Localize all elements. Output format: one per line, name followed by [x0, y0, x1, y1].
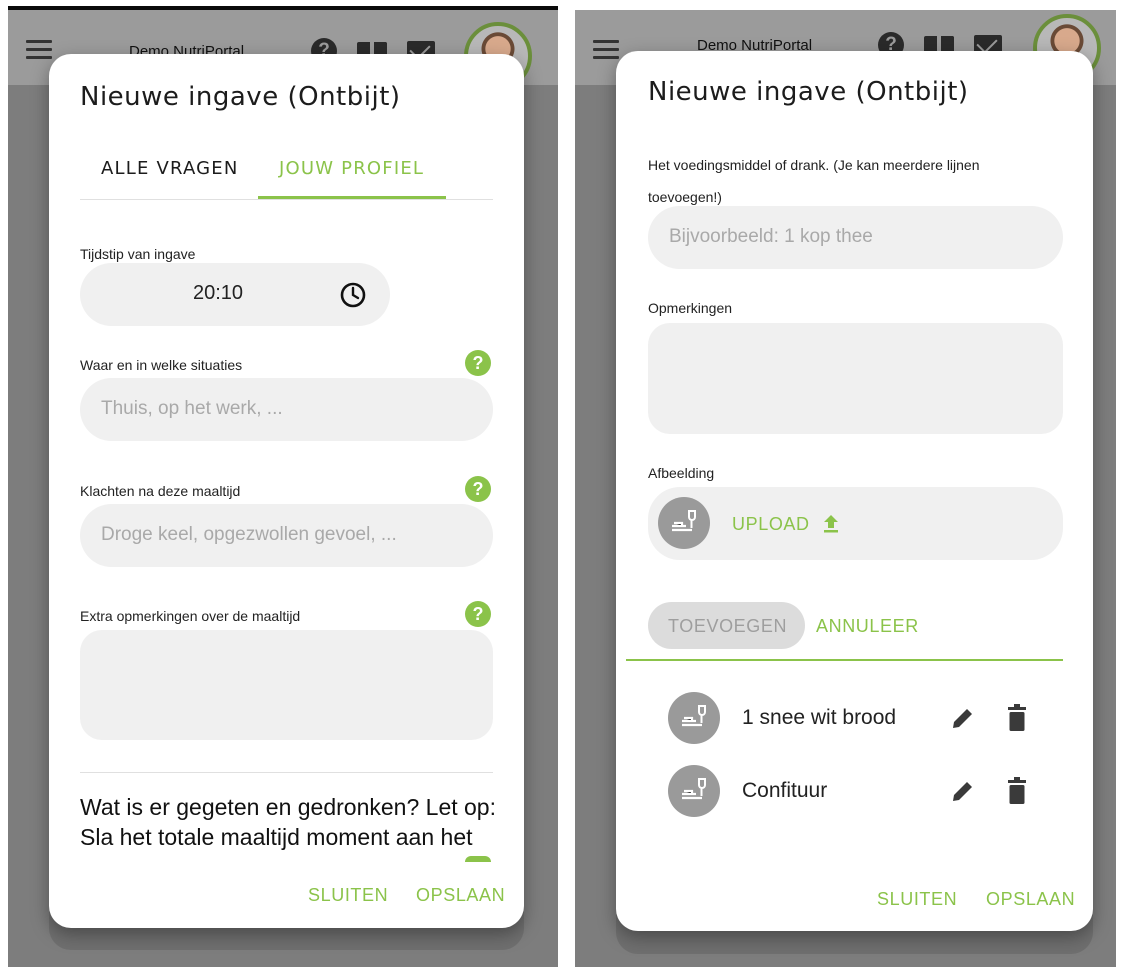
- food-item-icon: [668, 692, 720, 744]
- active-tab-indicator: [258, 196, 446, 199]
- remarks-textarea[interactable]: [648, 323, 1063, 434]
- save-button[interactable]: OPSLAAN: [416, 885, 505, 906]
- extra-label: Extra opmerkingen over de maaltijd: [80, 608, 301, 624]
- complaints-placeholder: Droge keel, opgezwollen gevoel, ...: [101, 524, 397, 545]
- situation-help-icon[interactable]: ?: [465, 350, 491, 376]
- time-value: 20:10: [193, 282, 244, 304]
- add-button-label: TOEVOEGEN: [668, 616, 788, 636]
- item-label: 1 snee wit brood: [742, 706, 897, 729]
- dialog-title: Nieuwe ingave (Ontbijt): [80, 82, 401, 112]
- question-text: Wat is er gegeten en gedronken? Let op: …: [80, 794, 496, 850]
- menu-icon[interactable]: [26, 40, 52, 64]
- close-button[interactable]: SLUITEN: [308, 885, 388, 906]
- green-divider: [626, 659, 1063, 661]
- upload-button[interactable]: UPLOAD: [732, 514, 810, 535]
- dialog-title: Nieuwe ingave (Ontbijt): [648, 77, 969, 107]
- edit-icon[interactable]: [950, 778, 976, 804]
- complaints-help-icon[interactable]: ?: [465, 476, 491, 502]
- extra-textarea[interactable]: [80, 630, 493, 740]
- time-label: Tijdstip van ingave: [80, 246, 196, 262]
- situation-placeholder: Thuis, op het werk, ...: [101, 398, 283, 419]
- tab-your-profile[interactable]: JOUW PROFIEL: [279, 158, 424, 179]
- right-screen: Demo NutriPortal ? Nieuwe ingave (Ontbij…: [567, 0, 1124, 967]
- new-entry-dialog: Nieuwe ingave (Ontbijt) ALLE VRAGEN JOUW…: [49, 54, 524, 928]
- image-label: Afbeelding: [648, 465, 715, 481]
- complaints-input[interactable]: Droge keel, opgezwollen gevoel, ...: [80, 504, 493, 567]
- new-entry-dialog: Nieuwe ingave (Ontbijt) Het voedingsmidd…: [616, 51, 1093, 931]
- food-label: Het voedingsmiddel of drank. (Je kan mee…: [648, 157, 980, 205]
- item-label: Confituur: [742, 779, 828, 802]
- situation-input[interactable]: Thuis, op het werk, ...: [80, 378, 493, 441]
- complaints-label: Klachten na deze maaltijd: [80, 483, 241, 499]
- food-placeholder: Bijvoorbeeld: 1 kop thee: [669, 226, 873, 247]
- cancel-button[interactable]: ANNULEER: [816, 616, 919, 637]
- delete-icon[interactable]: [1006, 704, 1028, 732]
- upload-icon[interactable]: [822, 514, 840, 534]
- left-screen: Demo NutriPortal ? Nieuwe ingave (Ontbij…: [0, 0, 566, 967]
- situation-label: Waar en in welke situaties: [80, 357, 243, 373]
- add-button[interactable]: TOEVOEGEN: [648, 602, 805, 649]
- extra-help-icon[interactable]: ?: [465, 601, 491, 627]
- tabs-divider: [80, 199, 493, 200]
- food-input[interactable]: Bijvoorbeeld: 1 kop thee: [648, 206, 1063, 269]
- save-button[interactable]: OPSLAAN: [986, 889, 1075, 910]
- menu-icon[interactable]: [593, 40, 619, 64]
- image-upload-field: UPLOAD: [648, 487, 1063, 560]
- food-placeholder-icon: [658, 497, 710, 549]
- section-divider: [80, 772, 493, 773]
- remarks-label: Opmerkingen: [648, 300, 733, 316]
- time-input[interactable]: 20:10: [80, 263, 390, 326]
- edit-icon[interactable]: [950, 705, 976, 731]
- clock-icon[interactable]: [339, 281, 367, 309]
- food-item-icon: [668, 765, 720, 817]
- question-help-icon[interactable]: [465, 856, 491, 862]
- close-button[interactable]: SLUITEN: [877, 889, 957, 910]
- tab-all-questions[interactable]: ALLE VRAGEN: [101, 158, 239, 179]
- delete-icon[interactable]: [1006, 777, 1028, 805]
